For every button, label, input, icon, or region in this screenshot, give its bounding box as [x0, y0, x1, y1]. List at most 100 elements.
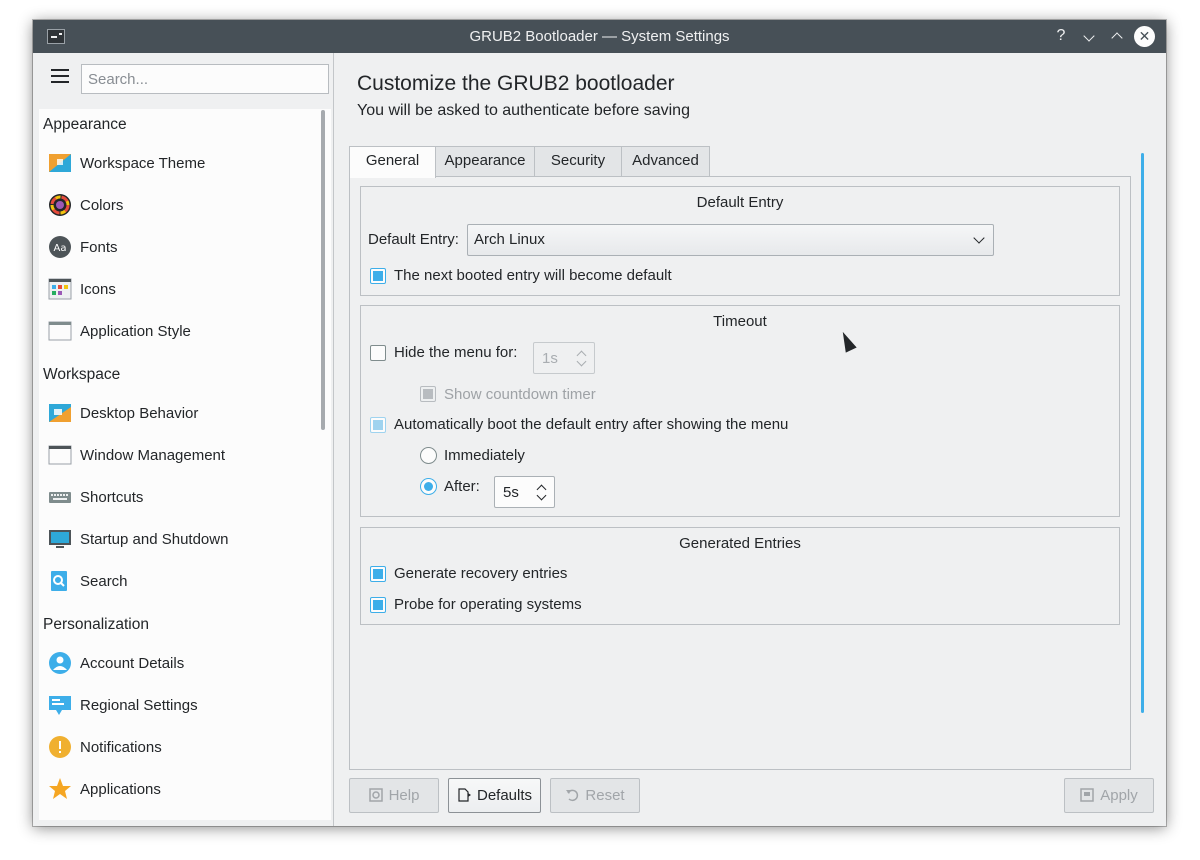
sidebar: Appearance Workspace Theme Colors [39, 53, 333, 820]
tab-security[interactable]: Security [534, 146, 622, 176]
probe-os-checkbox[interactable] [370, 597, 386, 613]
probe-os-label: Probe for operating systems [394, 596, 582, 613]
page-subtitle: You will be asked to authenticate before… [357, 102, 690, 119]
close-button[interactable]: ✕ [1134, 26, 1155, 47]
search-input[interactable] [81, 64, 329, 94]
generate-recovery-label: Generate recovery entries [394, 565, 568, 582]
hide-menu-checkbox[interactable] [370, 345, 386, 361]
sidebar-item-label: Account Details [80, 655, 185, 672]
sidebar-item-label: Window Management [80, 447, 226, 464]
default-entry-value: Arch Linux [474, 231, 545, 248]
main-scrollbar[interactable] [1141, 153, 1144, 713]
tab-appearance[interactable]: Appearance [435, 146, 535, 176]
show-countdown-checkbox[interactable] [420, 386, 436, 402]
chevron-up-icon [1111, 32, 1123, 44]
sidebar-item-regional-settings[interactable]: Regional Settings [39, 686, 319, 726]
sidebar-item-label: Desktop Behavior [80, 405, 199, 422]
group-title: Timeout [713, 313, 767, 330]
apply-icon [1080, 781, 1094, 802]
default-entry-label: Default Entry: [368, 231, 459, 248]
chevron-down-icon [973, 232, 985, 244]
sidebar-item-label: Regional Settings [80, 697, 198, 714]
reset-button-label: Reset [585, 787, 625, 804]
fonts-icon: Aa [49, 236, 71, 258]
sidebar-item-startup-and-shutdown[interactable]: Startup and Shutdown [39, 520, 319, 560]
boot-after-spinbox[interactable]: 5s [494, 476, 555, 508]
defaults-button[interactable]: Defaults [448, 778, 541, 813]
sidebar-item-label: Search [80, 573, 128, 590]
title-bar[interactable]: GRUB2 Bootloader — System Settings ? ✕ [33, 20, 1166, 53]
sidebar-item-label: Application Style [80, 323, 191, 340]
category-header-personalization: Personalization [43, 616, 149, 633]
generate-recovery-checkbox[interactable] [370, 566, 386, 582]
maximize-button[interactable] [1106, 25, 1128, 47]
category-header-workspace: Workspace [43, 366, 121, 383]
tab-general[interactable]: General [349, 146, 436, 178]
star-icon [49, 778, 71, 799]
system-settings-window: GRUB2 Bootloader — System Settings ? ✕ A… [33, 20, 1166, 826]
group-title: Default Entry [696, 194, 784, 211]
sidebar-item-icons[interactable]: Icons [39, 270, 319, 310]
hide-menu-timeout-spinbox[interactable]: 1s [533, 342, 595, 374]
spin-down-icon [536, 490, 547, 501]
desktop-behavior-icon [49, 404, 71, 422]
flag-icon [49, 696, 71, 715]
help-button-label: Help [388, 787, 420, 804]
help-titlebar-button[interactable]: ? [1050, 25, 1072, 47]
sidebar-item-label: Startup and Shutdown [80, 531, 229, 548]
hide-menu-timeout-value: 1s [542, 350, 558, 367]
undo-icon [565, 781, 579, 802]
sidebar-item-notifications[interactable]: Notifications [39, 728, 319, 768]
minimize-button[interactable] [1078, 25, 1100, 47]
help-icon [368, 781, 383, 802]
icons-icon [48, 278, 72, 300]
default-entry-select[interactable]: Arch Linux [467, 224, 994, 256]
sidebar-item-application-style[interactable]: Application Style [39, 312, 319, 352]
sidebar-item-label: Colors [80, 197, 124, 214]
monitor-icon [49, 530, 71, 548]
hamburger-menu-icon[interactable] [51, 69, 71, 85]
sidebar-item-shortcuts[interactable]: Shortcuts [39, 478, 319, 518]
user-icon [49, 652, 71, 674]
next-booted-default-checkbox[interactable] [370, 268, 386, 284]
boot-after-value: 5s [503, 484, 519, 501]
hide-menu-label: Hide the menu for: [394, 344, 518, 361]
sidebar-item-label: Icons [80, 281, 116, 298]
boot-after-radio[interactable] [420, 478, 437, 495]
defaults-button-label: Defaults [476, 787, 533, 804]
sidebar-divider[interactable] [333, 53, 334, 826]
notification-icon [49, 736, 71, 758]
tab-advanced[interactable]: Advanced [621, 146, 710, 176]
window-title: GRUB2 Bootloader — System Settings [469, 28, 730, 45]
sidebar-item-account-details[interactable]: Account Details [39, 644, 319, 684]
sidebar-item-search[interactable]: Search [39, 562, 319, 602]
reset-button[interactable]: Reset [550, 778, 640, 813]
sidebar-item-label: Shortcuts [80, 489, 144, 506]
search-icon [51, 571, 67, 591]
sidebar-item-applications[interactable]: Applications [39, 770, 319, 810]
apply-button-label: Apply [1100, 787, 1138, 804]
sidebar-item-fonts[interactable]: Aa Fonts [39, 228, 319, 268]
sidebar-item-workspace-theme[interactable]: Workspace Theme [39, 144, 319, 184]
sidebar-item-label: Applications [80, 781, 161, 798]
boot-immediately-label: Immediately [444, 447, 525, 464]
application-style-icon [48, 321, 72, 341]
category-header-appearance: Appearance [43, 116, 127, 133]
auto-boot-label: Automatically boot the default entry aft… [394, 416, 789, 433]
sidebar-scrollbar[interactable] [321, 110, 325, 430]
apply-button[interactable]: Apply [1064, 778, 1154, 813]
show-countdown-label: Show countdown timer [444, 386, 596, 403]
sidebar-item-desktop-behavior[interactable]: Desktop Behavior [39, 394, 319, 434]
sidebar-item-colors[interactable]: Colors [39, 186, 319, 226]
auto-boot-checkbox[interactable] [370, 417, 386, 433]
help-button[interactable]: Help [349, 778, 439, 813]
sidebar-item-label: Notifications [80, 739, 162, 756]
colors-icon [49, 194, 71, 216]
sidebar-item-label: Workspace Theme [80, 155, 206, 172]
spin-down-icon [576, 356, 587, 367]
sidebar-item-window-management[interactable]: Window Management [39, 436, 319, 476]
group-title: Generated Entries [679, 535, 801, 552]
boot-immediately-radio[interactable] [420, 447, 437, 464]
svg-text:Aa: Aa [54, 243, 67, 254]
close-icon: ✕ [1138, 28, 1151, 44]
